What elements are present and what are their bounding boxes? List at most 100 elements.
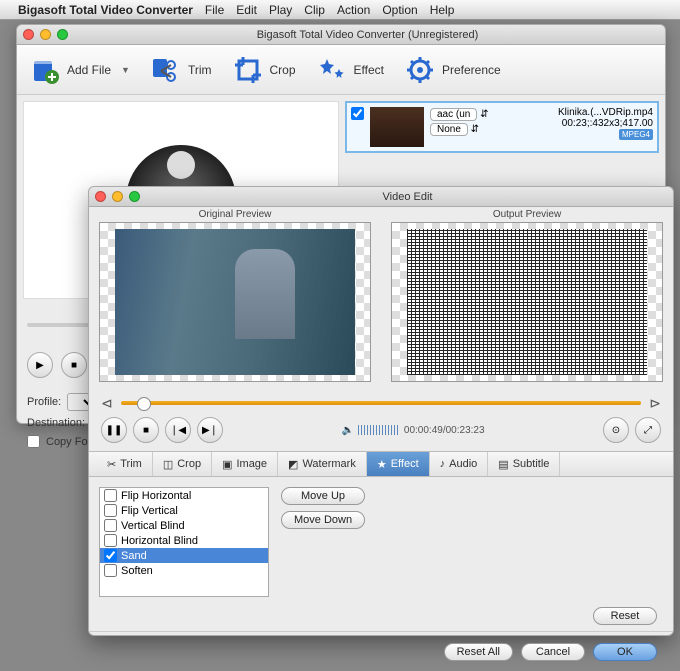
menu-help[interactable]: Help [430,3,455,17]
menu-edit[interactable]: Edit [236,3,257,17]
traffic-lights [23,29,68,40]
tab-audio[interactable]: ♪Audio [430,452,489,476]
trim-end-handle[interactable]: ⊳ [649,395,661,412]
stop-button[interactable]: ■ [61,352,87,378]
original-preview-label: Original Preview [199,207,272,222]
zoom-icon[interactable] [57,29,68,40]
volume-slider[interactable] [358,425,398,435]
time-display: 00:00:49/00:23:23 [404,425,485,436]
play-button[interactable]: ▶ [27,352,53,378]
add-file-icon [29,54,61,86]
file-thumbnail [370,107,424,147]
effect-checkbox[interactable] [104,549,117,562]
crop-label: Crop [270,63,296,77]
trim-button[interactable]: Trim [150,54,212,86]
traffic-lights [95,191,140,202]
fullscreen-button[interactable]: ⤢ [635,417,661,443]
volume-control[interactable]: 🔈 [341,425,397,436]
crop-icon: ◫ [163,458,173,471]
watermark-icon: ◩ [288,458,298,471]
audio-select[interactable]: aac (un [430,108,477,121]
scissors-icon: ✂ [107,458,116,471]
preference-label: Preference [442,63,501,77]
prev-frame-button[interactable]: ❘◀ [165,417,191,443]
effect-checkbox[interactable] [104,504,117,517]
cancel-button[interactable]: Cancel [521,643,585,661]
format-badge: MPEG4 [619,129,653,140]
minimize-icon[interactable] [112,191,123,202]
profile-label: Profile: [27,396,61,408]
effect-checkbox[interactable] [104,534,117,547]
move-down-button[interactable]: Move Down [281,511,365,529]
chevron-down-icon[interactable]: ▼ [121,65,130,75]
preference-button[interactable]: Preference [404,54,501,86]
menu-option[interactable]: Option [382,3,417,17]
main-title: Bigasoft Total Video Converter (Unregist… [76,29,659,41]
reset-all-button[interactable]: Reset All [444,643,513,661]
file-checkbox[interactable] [351,107,364,120]
main-titlebar: Bigasoft Total Video Converter (Unregist… [17,25,665,45]
effect-option[interactable]: Soften [100,563,268,578]
snapshot-button[interactable]: ⊙ [603,417,629,443]
close-icon[interactable] [95,191,106,202]
close-icon[interactable] [23,29,34,40]
trim-start-handle[interactable]: ⊲ [101,395,113,412]
image-icon: ▣ [222,458,232,471]
effect-option[interactable]: Flip Horizontal [100,488,268,503]
tab-trim[interactable]: ✂Trim [97,452,153,476]
effect-checkbox[interactable] [104,489,117,502]
zoom-icon[interactable] [129,191,140,202]
subtitle-select[interactable]: None [430,123,468,136]
effect-panel: Flip Horizontal Flip Vertical Vertical B… [89,477,673,607]
edit-titlebar: Video Edit [89,187,673,207]
scrub-row: ⊲ ⊳ [89,391,673,415]
effect-option[interactable]: Sand [100,548,268,563]
effect-option[interactable]: Flip Vertical [100,503,268,518]
next-frame-button[interactable]: ▶❘ [197,417,223,443]
mac-menubar: Bigasoft Total Video Converter File Edit… [0,0,680,20]
output-preview [391,222,663,382]
menu-clip[interactable]: Clip [304,3,325,17]
copy-folder-checkbox[interactable] [27,435,40,448]
add-file-button[interactable]: Add File ▼ [29,54,130,86]
subtitle-icon: ▤ [498,458,508,471]
effect-label: Effect [354,63,384,77]
dialog-bottom: Reset All Cancel OK [89,631,673,671]
effect-option[interactable]: Vertical Blind [100,518,268,533]
scissors-icon [150,54,182,86]
star-icon: ★ [377,458,387,471]
minimize-icon[interactable] [40,29,51,40]
reset-button[interactable]: Reset [593,607,657,625]
speaker-icon: 🔈 [341,425,353,436]
preview-row: Original Preview Output Preview [89,207,673,391]
audio-icon: ♪ [440,458,446,470]
effect-checkbox[interactable] [104,564,117,577]
file-item[interactable]: aac (un ⇵ None ⇵ Klinika.(...VDRip.mp4 0… [345,101,659,153]
main-toolbar: Add File ▼ Trim Crop Effect Preference [17,45,665,95]
ok-button[interactable]: OK [593,643,657,661]
move-up-button[interactable]: Move Up [281,487,365,505]
tab-watermark[interactable]: ◩Watermark [278,452,367,476]
scrub-bar[interactable] [121,401,642,405]
pause-button[interactable]: ❚❚ [101,417,127,443]
tab-effect[interactable]: ★Effect [367,452,430,476]
menu-file[interactable]: File [205,3,224,17]
menubar-appname[interactable]: Bigasoft Total Video Converter [18,3,193,17]
add-file-label: Add File [67,63,111,77]
menu-action[interactable]: Action [337,3,370,17]
controls-row: ❚❚ ■ ❘◀ ▶❘ 🔈 00:00:49/00:23:23 ⊙ ⤢ [89,415,673,445]
menu-play[interactable]: Play [269,3,292,17]
file-name: Klinika.(...VDRip.mp4 [558,107,653,118]
effect-button[interactable]: Effect [316,54,384,86]
destination-label: Destination: [27,417,85,429]
trim-label: Trim [188,63,212,77]
stop-button[interactable]: ■ [133,417,159,443]
original-preview [99,222,371,382]
effect-checkbox[interactable] [104,519,117,532]
tab-crop[interactable]: ◫Crop [153,452,212,476]
crop-button[interactable]: Crop [232,54,296,86]
effect-option[interactable]: Horizontal Blind [100,533,268,548]
effect-list[interactable]: Flip Horizontal Flip Vertical Vertical B… [99,487,269,597]
tab-image[interactable]: ▣Image [212,452,278,476]
tab-subtitle[interactable]: ▤Subtitle [488,452,560,476]
